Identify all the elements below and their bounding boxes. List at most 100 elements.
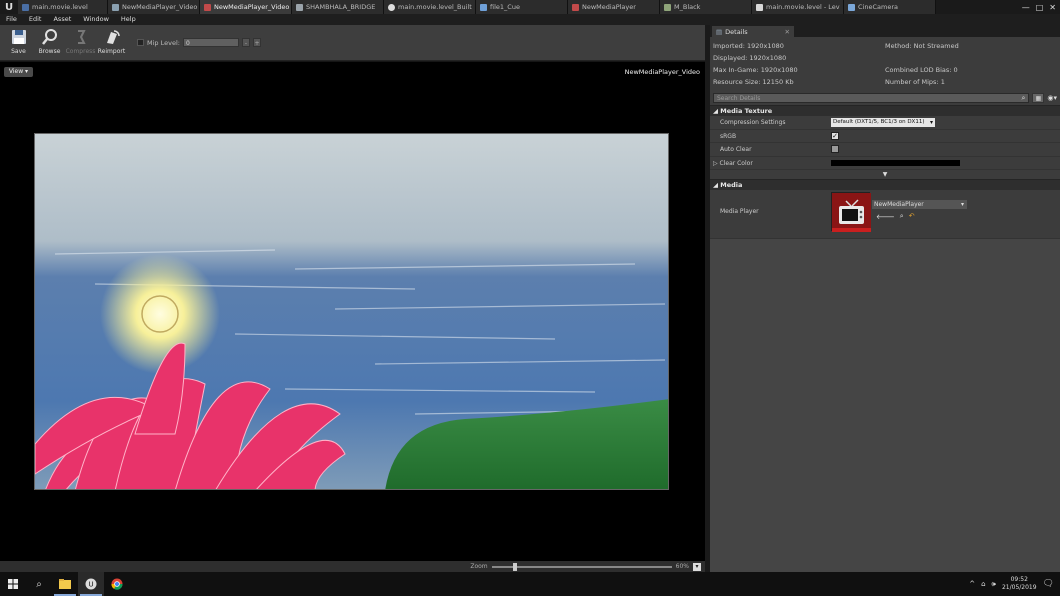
info-lod-bias: Combined LOD Bias: 0 [885,66,958,74]
tab-cinecamera[interactable]: CineCamera [844,0,936,14]
search-details-input[interactable]: Search Details ⌕ [713,93,1030,103]
advanced-expand-arrow[interactable]: ▼ [710,170,1060,179]
reimport-button[interactable]: Reimport [96,26,127,60]
srgb-label: sRGB [720,132,737,140]
tab-main-movie-level-built[interactable]: main.movie.level_Built [384,0,476,14]
texture-info: Imported: 1920x1080 Displayed: 1920x1080… [710,37,1060,91]
camera-icon [848,3,855,11]
clear-color-label[interactable]: ▷ Clear Color [713,160,753,167]
menu-file[interactable]: File [0,14,23,25]
details-search-row: Search Details ⌕ ▦ ◉▾ [710,91,1060,105]
system-tray: ^ ⌂ 🕪 09:52 21/05/2019 🗨 [969,576,1060,592]
clock-date: 21/05/2019 [1001,584,1037,591]
search-icon: ⌕ [36,578,42,590]
search-taskbar-button[interactable]: ⌕ [26,572,52,596]
zoom-dropdown-icon[interactable]: ▾ [693,562,701,571]
chevron-down-icon: ▾ [960,201,964,208]
browse-label: Browse [38,47,61,55]
tab-shambhala-bridge[interactable]: SHAMBHALA_BRIDGE [292,0,384,14]
notifications-icon[interactable]: 🗨 [1043,579,1054,589]
mip-level-label: Mip Level: [147,38,180,47]
tab-newmediaplayer[interactable]: NewMediaPlayer [568,0,660,14]
texture-viewport[interactable]: View ▾ NewMediaPlayer_Video [0,62,705,561]
windows-taskbar: ⌕ U ^ ⌂ 🕪 09:52 21/05/2019 🗨 [0,572,1060,596]
reimport-icon [106,29,120,44]
media-player-thumbnail[interactable] [831,192,871,232]
media-texture-icon [204,3,211,11]
compression-select[interactable]: Default (DXT1/5, BC1/3 on DX11) ▾ [831,118,935,127]
tab-main-movie-level[interactable]: main.movie.level [18,0,108,14]
compression-settings-dropdown[interactable]: Default (DXT1/5, BC1/3 on DX11) ▾ [831,118,935,127]
mesh-icon [296,3,303,11]
category-media[interactable]: ◢ Media [710,179,1060,190]
browse-button[interactable]: Browse [34,26,65,60]
unreal-logo-icon[interactable]: U [0,0,18,14]
network-icon[interactable]: ⌂ [981,580,985,588]
property-clear-color: ▷ Clear Color [710,156,1060,170]
start-button[interactable] [0,572,26,596]
property-matrix-button[interactable]: ▦ [1032,93,1045,103]
clock[interactable]: 09:52 21/05/2019 [1002,576,1037,592]
use-selected-arrow-icon[interactable]: 🡐 [876,212,895,221]
view-menu-button[interactable]: View ▾ [4,67,33,77]
unreal-editor-window: U main.movie.level NewMediaPlayer_Video … [0,0,1060,596]
window-controls: — □ ✕ [1022,0,1060,14]
details-tab-row: ▤ Details ✕ [710,25,1060,37]
tab-file1-cue[interactable]: file1_Cue [476,0,568,14]
mip-level-input[interactable]: 0 [182,38,239,47]
save-label: Save [11,47,26,55]
browse-magnifier-icon[interactable]: ⌕ [900,212,904,221]
compress-button[interactable]: Compress [65,26,96,60]
tray-chevron-up-icon[interactable]: ^ [969,580,975,588]
media-player-dropdown[interactable]: NewMediaPlayer ▾ [872,200,967,209]
auto-clear-checkbox[interactable] [831,145,839,153]
tab-newmediaplayer-video[interactable]: NewMediaPlayer_Video [108,0,200,14]
minimize-button[interactable]: — [1022,3,1030,12]
category-media-texture[interactable]: ◢ Media Texture [710,105,1060,116]
media-player-tools: 🡐 ⌕ ↶ [876,212,915,221]
sound-cue-icon [480,3,487,11]
reset-to-default-icon[interactable]: ↶ [909,212,915,221]
file-explorer-taskbar-button[interactable] [52,572,78,596]
asset-toolbar: Save Browse Compress Reimport Mip Level:… [0,25,705,61]
clear-color-swatch[interactable] [831,159,960,166]
zoom-label: Zoom [470,563,488,570]
volume-icon[interactable]: 🕪 [992,580,996,589]
folder-icon [59,579,71,589]
tab-main-movie-level-sequence[interactable]: main.movie.level - Lev [752,0,844,14]
menu-edit[interactable]: Edit [23,14,48,25]
zoom-value: 60% [675,563,689,570]
save-button[interactable]: Save [3,26,34,60]
srgb-checkbox[interactable]: ✓ [831,131,839,140]
magnifier-icon [41,28,57,45]
zoom-slider-thumb[interactable] [512,562,517,571]
material-icon [664,3,671,11]
mip-level-checkbox[interactable] [137,39,144,46]
mip-level-control: Mip Level: 0 - + [137,38,261,47]
zoom-slider[interactable] [491,562,672,571]
tab-newmediaplayer-video-active[interactable]: NewMediaPlayer_Video [200,0,292,14]
chrome-taskbar-button[interactable] [104,572,130,596]
mip-increment-button[interactable]: + [252,38,261,47]
tab-m-black[interactable]: M_Black [660,0,752,14]
media-player-label: Media Player [720,208,759,215]
level-icon [22,3,29,11]
unreal-taskbar-button[interactable]: U [78,572,104,596]
details-tab-label: Details [725,27,748,36]
close-button[interactable]: ✕ [1049,3,1056,12]
menu-window[interactable]: Window [77,14,115,25]
mip-decrement-button[interactable]: - [241,38,250,47]
level-sequence-icon [756,3,763,11]
menu-asset[interactable]: Asset [47,14,77,25]
menu-bar: File Edit Asset Window Help [0,14,1060,25]
tv-icon [832,193,871,232]
maximize-button[interactable]: □ [1036,3,1044,12]
clock-time: 09:52 [1010,576,1028,583]
unreal-engine-icon: U [85,578,97,590]
view-options-icon[interactable]: ◉▾ [1047,94,1057,102]
property-compression-settings: Compression Settings Default (DXT1/5, BC… [710,116,1060,130]
close-tab-icon[interactable]: ✕ [785,28,790,36]
tab-details[interactable]: ▤ Details ✕ [712,26,794,37]
property-srgb: sRGB ✓ [710,129,1060,143]
menu-help[interactable]: Help [115,14,142,25]
